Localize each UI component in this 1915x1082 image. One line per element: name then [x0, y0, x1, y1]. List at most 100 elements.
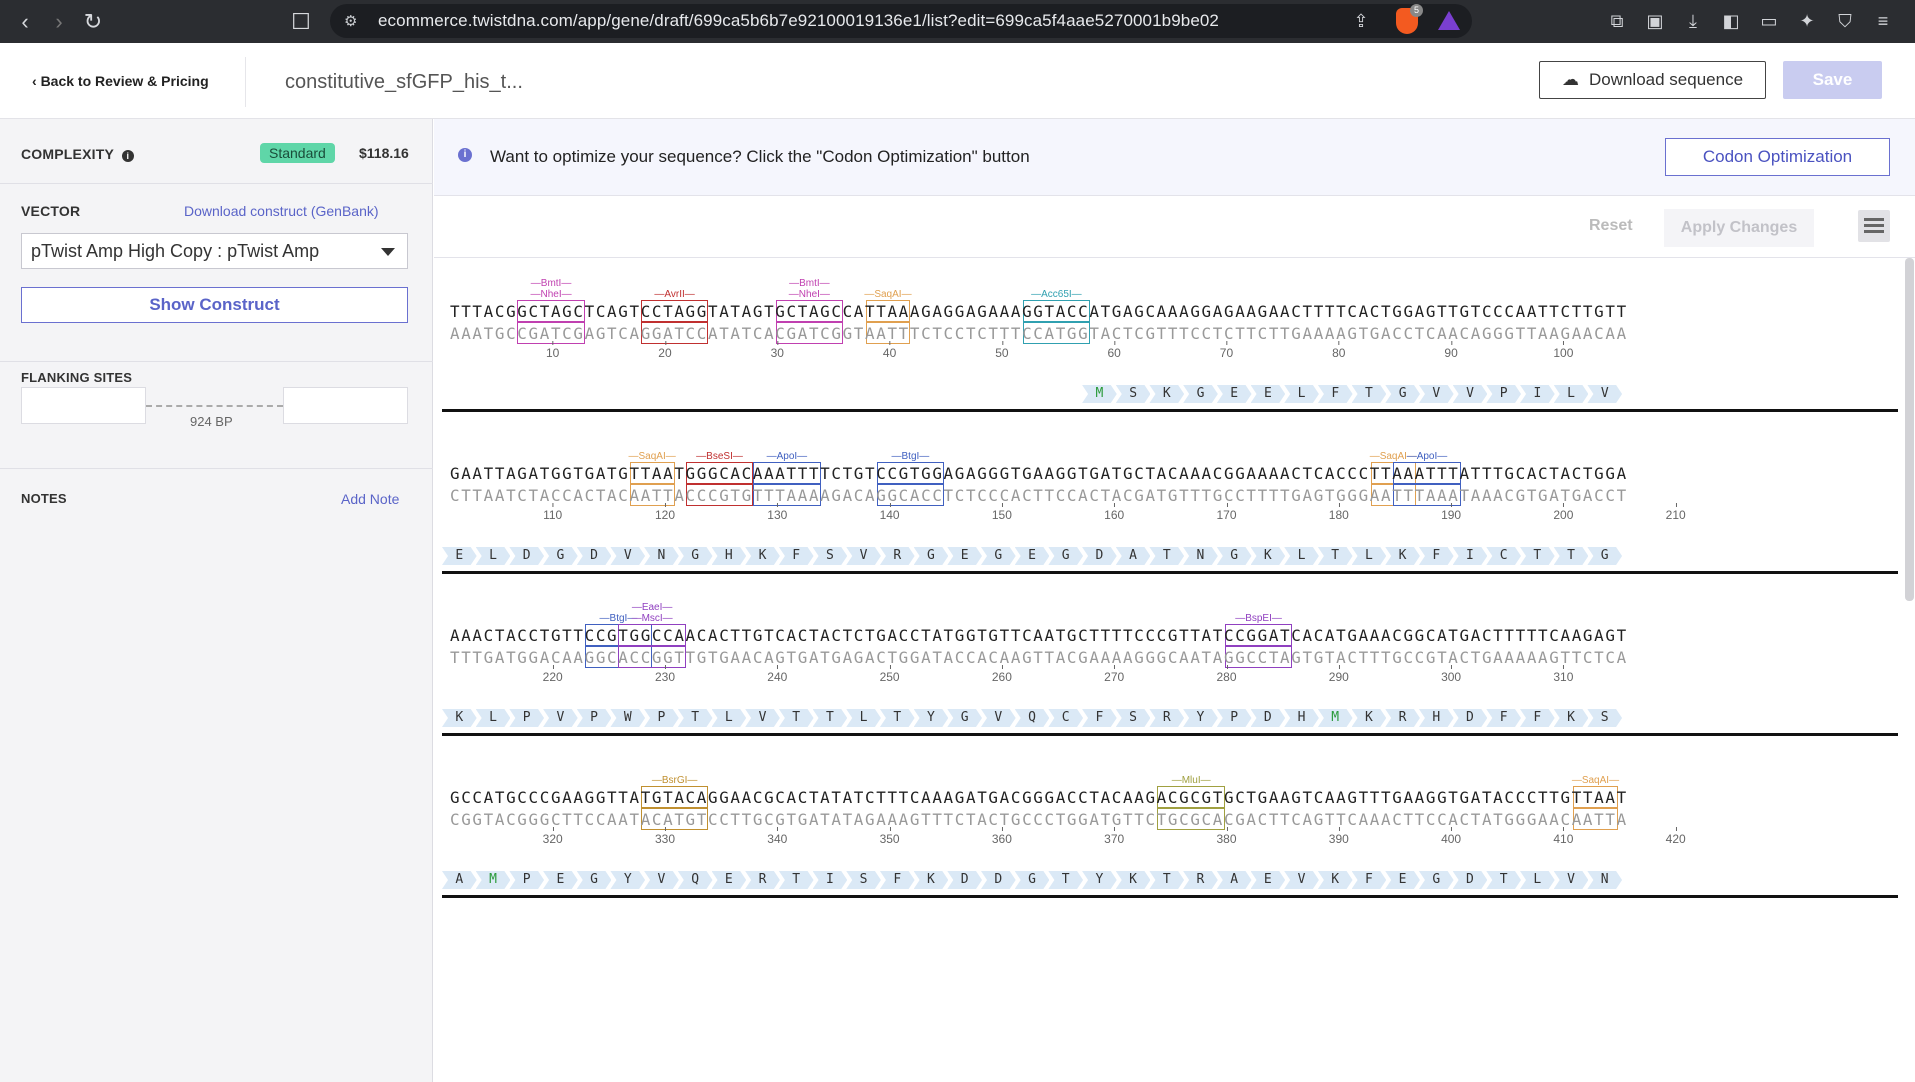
- enzyme-label[interactable]: —ApoI—: [1387, 451, 1466, 462]
- amino-acid[interactable]: K: [1352, 709, 1387, 727]
- enzyme-label[interactable]: —SaqAI—: [624, 451, 681, 462]
- amino-acid[interactable]: G: [1015, 871, 1050, 889]
- leo-icon[interactable]: ✦: [1793, 4, 1821, 38]
- amino-acid[interactable]: V: [543, 709, 578, 727]
- amino-acid[interactable]: E: [947, 547, 982, 565]
- amino-acid[interactable]: R: [1183, 871, 1218, 889]
- amino-acid[interactable]: D: [1453, 709, 1488, 727]
- codon-optimization-button[interactable]: Codon Optimization: [1665, 138, 1890, 176]
- info-circle-icon[interactable]: i: [121, 150, 134, 162]
- amino-acid[interactable]: C: [1486, 547, 1521, 565]
- amino-acid[interactable]: E: [1217, 385, 1252, 403]
- amino-acid[interactable]: S: [1116, 709, 1151, 727]
- amino-acid[interactable]: K: [745, 547, 780, 565]
- share-icon[interactable]: ⇪: [1347, 4, 1375, 38]
- amino-acid[interactable]: K: [1318, 871, 1353, 889]
- amino-acid[interactable]: K: [1385, 547, 1420, 565]
- amino-acid[interactable]: L: [476, 709, 511, 727]
- download-construct-link[interactable]: Download construct (GenBank): [184, 203, 379, 219]
- amino-acid[interactable]: L: [712, 709, 747, 727]
- amino-acid[interactable]: P: [509, 871, 544, 889]
- amino-acid[interactable]: H: [712, 547, 747, 565]
- amino-acid[interactable]: I: [1453, 547, 1488, 565]
- amino-acid[interactable]: G: [543, 547, 578, 565]
- amino-acid[interactable]: T: [1149, 871, 1184, 889]
- amino-acid[interactable]: I: [1520, 385, 1555, 403]
- amino-acid[interactable]: F: [779, 547, 814, 565]
- amino-acid[interactable]: D: [1082, 547, 1117, 565]
- enzyme-label[interactable]: —ApoI—: [747, 451, 826, 462]
- amino-acid[interactable]: L: [1284, 547, 1319, 565]
- amino-acid[interactable]: T: [1520, 547, 1555, 565]
- download-icon[interactable]: ⤓: [1679, 4, 1707, 38]
- amino-acid[interactable]: T: [880, 709, 915, 727]
- amino-acid[interactable]: D: [981, 871, 1016, 889]
- amino-acid[interactable]: G: [1587, 547, 1622, 565]
- amino-acid[interactable]: K: [442, 709, 477, 727]
- amino-acid[interactable]: S: [813, 547, 848, 565]
- amino-acid[interactable]: T: [813, 709, 848, 727]
- enzyme-label[interactable]: —AvrII—: [635, 289, 714, 300]
- back-to-review-link[interactable]: ‹ Back to Review & Pricing: [32, 73, 209, 89]
- amino-acid[interactable]: W: [610, 709, 645, 727]
- amino-acid[interactable]: T: [1486, 871, 1521, 889]
- amino-acid[interactable]: L: [1284, 385, 1319, 403]
- reset-button[interactable]: Reset: [1589, 217, 1633, 235]
- enzyme-label[interactable]: —BmtI— —NheI—: [511, 278, 590, 300]
- amino-acid[interactable]: V: [1554, 871, 1589, 889]
- download-sequence-button[interactable]: ☁ Download sequence: [1539, 61, 1766, 99]
- amino-acid[interactable]: K: [1554, 709, 1589, 727]
- amino-acid[interactable]: P: [644, 709, 679, 727]
- amino-acid[interactable]: S: [1116, 385, 1151, 403]
- address-bar[interactable]: ⚙ ecommerce.twistdna.com/app/gene/draft/…: [330, 4, 1472, 38]
- amino-acid[interactable]: T: [1149, 547, 1184, 565]
- amino-acid[interactable]: F: [1520, 709, 1555, 727]
- amino-acid[interactable]: P: [1217, 709, 1252, 727]
- amino-acid[interactable]: E: [1385, 871, 1420, 889]
- show-construct-button[interactable]: Show Construct: [21, 287, 408, 323]
- site-settings-icon[interactable]: ⚙: [344, 12, 357, 30]
- amino-acid[interactable]: V: [981, 709, 1016, 727]
- vpn-icon[interactable]: ⛉: [1831, 4, 1859, 38]
- enzyme-label[interactable]: —BmtI— —NheI—: [770, 278, 849, 300]
- amino-acid[interactable]: T: [779, 871, 814, 889]
- amino-acid[interactable]: R: [880, 547, 915, 565]
- amino-acid[interactable]: T: [1554, 547, 1589, 565]
- amino-acid[interactable]: N: [644, 547, 679, 565]
- amino-acid[interactable]: D: [509, 547, 544, 565]
- amino-acid[interactable]: E: [712, 871, 747, 889]
- amino-acid[interactable]: E: [1251, 871, 1286, 889]
- amino-acid[interactable]: T: [678, 709, 713, 727]
- sequence-viewer[interactable]: —BmtI— —NheI— —AvrII— —BmtI— —NheI— —SaqAI— —A…: [434, 258, 1904, 1082]
- amino-acid[interactable]: S: [1587, 709, 1622, 727]
- amino-acid[interactable]: A: [442, 871, 477, 889]
- amino-acid[interactable]: R: [745, 871, 780, 889]
- amino-acid[interactable]: V: [1453, 385, 1488, 403]
- save-button[interactable]: Save: [1783, 61, 1882, 99]
- forward-strand[interactable]: TTTACGGCTAGCTCAGTCCTAGGTATAGTGCTAGCCATTA…: [450, 302, 1628, 321]
- amino-acid[interactable]: F: [1082, 709, 1117, 727]
- amino-acid[interactable]: C: [1048, 709, 1083, 727]
- flanking-site-5prime-input[interactable]: [21, 387, 146, 424]
- amino-acid[interactable]: P: [1486, 385, 1521, 403]
- enzyme-label[interactable]: —BsrGI—: [635, 775, 714, 786]
- forward-strand[interactable]: AAACTACCTGTTCCGTGGCCAACACTTGTCACTACTCTGA…: [450, 626, 1628, 645]
- forward-arrow-icon[interactable]: ›: [42, 5, 76, 39]
- amino-acid[interactable]: E: [1015, 547, 1050, 565]
- apply-changes-button[interactable]: Apply Changes: [1664, 209, 1814, 247]
- amino-acid[interactable]: V: [610, 547, 645, 565]
- sidebar-icon[interactable]: ◧: [1717, 4, 1745, 38]
- amino-acid[interactable]: T: [1352, 385, 1387, 403]
- reload-icon[interactable]: ↻: [76, 5, 110, 39]
- amino-acid[interactable]: K: [1149, 385, 1184, 403]
- amino-acid[interactable]: I: [813, 871, 848, 889]
- extensions-icon[interactable]: ⧉: [1603, 4, 1631, 38]
- amino-acid[interactable]: T: [779, 709, 814, 727]
- amino-acid[interactable]: A: [1217, 871, 1252, 889]
- forward-strand[interactable]: GCCATGCCCGAAGGTTATGTACAGGAACGCACTATATCTT…: [450, 788, 1628, 807]
- amino-acid[interactable]: P: [509, 709, 544, 727]
- menu-icon[interactable]: ≡: [1869, 4, 1897, 38]
- amino-acid[interactable]: V: [846, 547, 881, 565]
- amino-acid[interactable]: K: [1116, 871, 1151, 889]
- amino-acid[interactable]: E: [442, 547, 477, 565]
